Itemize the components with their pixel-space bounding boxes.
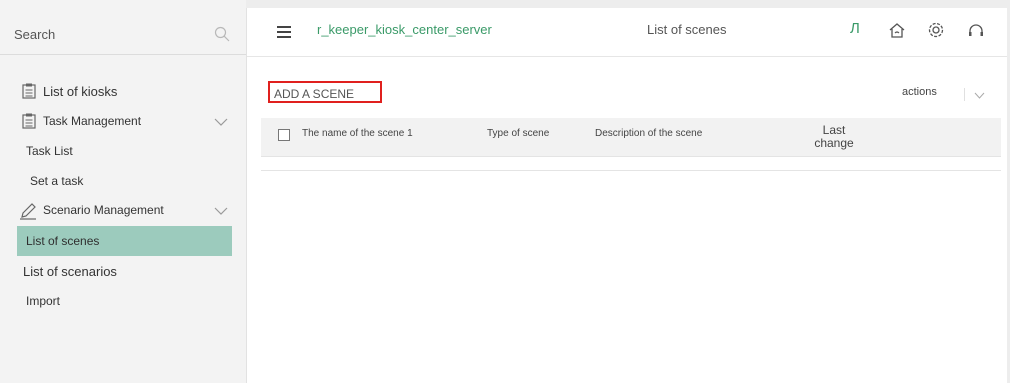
sidebar-item-label: List of scenes: [26, 234, 100, 248]
select-all-checkbox[interactable]: [278, 129, 290, 141]
top-bar: r_keeper_kiosk_center_server List of sce…: [247, 8, 1007, 57]
search-input[interactable]: Search: [14, 27, 55, 42]
app-title[interactable]: r_keeper_kiosk_center_server: [317, 22, 492, 37]
actions-dropdown[interactable]: actions: [902, 86, 937, 98]
search-box[interactable]: Search: [0, 8, 246, 55]
chevron-down-icon[interactable]: [974, 92, 985, 99]
add-scene-button[interactable]: ADD A SCENE: [268, 81, 382, 103]
pencil-icon: [20, 203, 36, 220]
main-panel: r_keeper_kiosk_center_server List of sce…: [246, 8, 1007, 383]
sidebar-item-task-management[interactable]: Task Management: [43, 114, 141, 128]
menu-icon[interactable]: [277, 26, 291, 38]
chevron-down-icon[interactable]: [214, 206, 228, 216]
column-header-last-change[interactable]: Last change: [802, 124, 866, 150]
language-switch[interactable]: Л: [850, 20, 860, 37]
table-header: The name of the scene 1 Type of scene De…: [261, 118, 1001, 157]
table-divider: [261, 170, 1001, 171]
sidebar-item-set-task[interactable]: Set a task: [30, 174, 83, 188]
column-header-description[interactable]: Description of the scene: [595, 128, 702, 139]
divider: [964, 88, 965, 101]
sidebar-item-scenes[interactable]: List of scenes: [17, 226, 232, 256]
column-header-type[interactable]: Type of scene: [487, 128, 549, 139]
page-title: List of scenes: [647, 22, 727, 37]
clipboard-icon: [22, 83, 36, 99]
clipboard-icon: [22, 113, 36, 129]
home-icon[interactable]: [888, 21, 906, 39]
search-icon[interactable]: [214, 26, 230, 42]
sidebar-item-import[interactable]: Import: [26, 294, 60, 308]
sidebar-item-scenarios[interactable]: List of scenarios: [23, 264, 117, 279]
gear-icon[interactable]: [927, 21, 945, 39]
headset-icon[interactable]: [967, 21, 985, 39]
chevron-down-icon[interactable]: [214, 117, 228, 127]
column-header-name[interactable]: The name of the scene 1: [302, 128, 413, 139]
sidebar-item-kiosks[interactable]: List of kiosks: [43, 84, 117, 99]
sidebar-item-task-list[interactable]: Task List: [26, 144, 73, 158]
sidebar-item-scenario-management[interactable]: Scenario Management: [43, 203, 164, 217]
sidebar: Search List of kiosks Task Management Ta…: [0, 0, 246, 383]
